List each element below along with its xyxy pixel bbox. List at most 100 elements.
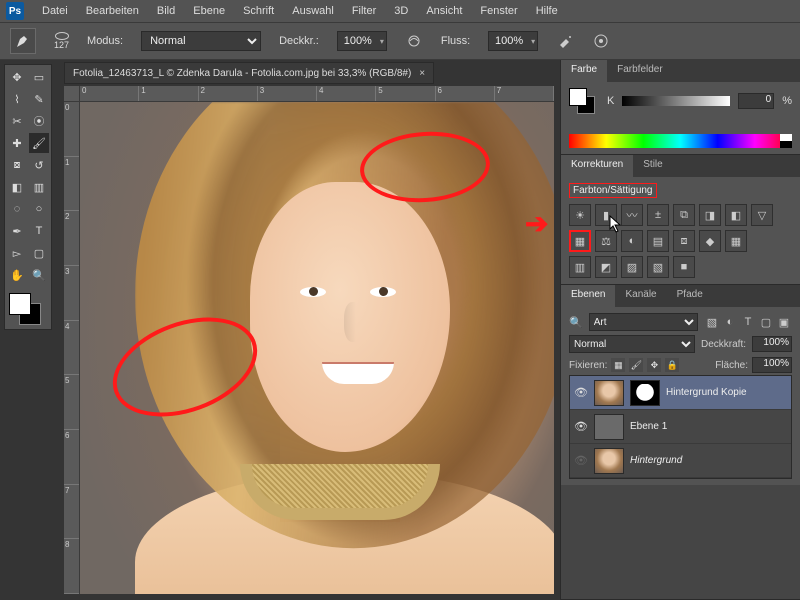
tab-kanaele[interactable]: Kanäle [615, 285, 666, 307]
menu-ebene[interactable]: Ebene [185, 2, 233, 20]
path-tool[interactable]: ▻ [7, 243, 27, 263]
blur-tool[interactable]: ◌ [7, 199, 27, 219]
layer-mask-thumb[interactable] [630, 380, 660, 406]
layer-name[interactable]: Ebene 1 [630, 421, 667, 432]
layer-thumb[interactable] [594, 448, 624, 474]
move-tool[interactable]: ✥ [7, 67, 27, 87]
eyedropper-tool[interactable]: ⦿ [29, 111, 49, 131]
menu-fenster[interactable]: Fenster [472, 2, 525, 20]
adj-channel-icon[interactable]: ⧈ [673, 230, 695, 252]
layer-row[interactable]: 👁 Hintergrund [570, 444, 791, 478]
lock-position-icon[interactable]: ✥ [647, 358, 661, 372]
layer-filter-select[interactable]: Art [589, 313, 698, 331]
stamp-tool[interactable]: ⧇ [7, 155, 27, 175]
heal-tool[interactable]: ✚ [7, 133, 27, 153]
tab-ebenen[interactable]: Ebenen [561, 285, 615, 307]
adj-gradient-icon[interactable]: ▦ [725, 230, 747, 252]
adj-bw-icon[interactable]: ◨ [699, 204, 721, 226]
adj-curves-icon[interactable]: 〰 [621, 204, 643, 226]
brush-preset-picker[interactable]: 127 [54, 32, 69, 50]
active-tool-icon[interactable] [10, 28, 36, 54]
adj-hue-sat-icon[interactable]: ▦ [569, 230, 591, 252]
k-value[interactable]: 0 [738, 93, 774, 109]
menu-bild[interactable]: Bild [149, 2, 183, 20]
foreground-color[interactable] [9, 293, 31, 315]
adj-levels-icon[interactable]: ▮ [595, 204, 617, 226]
layer-name[interactable]: Hintergrund Kopie [666, 387, 747, 398]
type-tool[interactable]: T [29, 221, 49, 241]
adj-exposure-icon[interactable]: ± [647, 204, 669, 226]
crop-tool[interactable]: ✂ [7, 111, 27, 131]
adj-posterize-icon[interactable]: ▥ [569, 256, 591, 278]
lock-pixels-icon[interactable]: ▦ [611, 358, 625, 372]
fill-value[interactable]: 100% [752, 357, 792, 373]
visibility-toggle-icon[interactable]: 👁 [574, 454, 588, 468]
adj-solid-icon[interactable]: ▧ [647, 256, 669, 278]
eraser-tool[interactable]: ◧ [7, 177, 27, 197]
adj-balance-icon[interactable]: ⚖ [595, 230, 617, 252]
document-tab[interactable]: Fotolia_12463713_L © Zdenka Darula - Fot… [64, 62, 434, 84]
search-icon[interactable]: 🔍 [569, 316, 583, 329]
menu-auswahl[interactable]: Auswahl [284, 2, 342, 20]
canvas[interactable]: 01234567 012345678 [64, 86, 554, 594]
filter-adjust-icon[interactable]: ◐ [722, 314, 738, 330]
menu-filter[interactable]: Filter [344, 2, 384, 20]
flow-field[interactable]: 100% [488, 31, 538, 51]
marquee-tool[interactable]: ▭ [29, 67, 49, 87]
tab-pfade[interactable]: Pfade [667, 285, 713, 307]
visibility-toggle-icon[interactable]: 👁 [574, 386, 588, 400]
lock-image-icon[interactable]: 🖌 [629, 358, 643, 372]
filter-pixel-icon[interactable]: ▧ [704, 314, 720, 330]
tab-stile[interactable]: Stile [633, 155, 672, 177]
color-swatch-mini[interactable] [569, 88, 599, 114]
adj-vibrance-icon[interactable]: ⧉ [673, 204, 695, 226]
pen-tool[interactable]: ✒ [7, 221, 27, 241]
adj-invert-icon[interactable]: ▽ [751, 204, 773, 226]
adj-brightness-icon[interactable]: ☀ [569, 204, 591, 226]
dodge-tool[interactable]: ○ [29, 199, 49, 219]
layer-blend-select[interactable]: Normal [569, 335, 695, 353]
menu-schrift[interactable]: Schrift [235, 2, 282, 20]
close-tab-icon[interactable]: × [419, 68, 425, 79]
layer-name[interactable]: Hintergrund [630, 455, 682, 466]
airbrush-icon[interactable] [556, 32, 574, 50]
adj-map-icon[interactable]: ▨ [621, 256, 643, 278]
menu-datei[interactable]: Datei [34, 2, 76, 20]
zoom-tool[interactable]: 🔍 [29, 265, 49, 285]
opacity-pressure-icon[interactable] [405, 32, 423, 50]
adj-photo-filter-icon[interactable]: ◐ [621, 230, 643, 252]
brush-tool[interactable]: 🖌 [29, 133, 49, 153]
quickselect-tool[interactable]: ✎ [29, 89, 49, 109]
filter-type-icon[interactable]: T [740, 314, 756, 330]
menu-bearbeiten[interactable]: Bearbeiten [78, 2, 147, 20]
color-swatches[interactable] [7, 291, 49, 327]
shape-tool[interactable]: ▢ [29, 243, 49, 263]
adj-pattern-icon[interactable]: ■ [673, 256, 695, 278]
layer-opacity-value[interactable]: 100% [752, 336, 792, 352]
menu-ansicht[interactable]: Ansicht [418, 2, 470, 20]
visibility-toggle-icon[interactable]: 👁 [574, 420, 588, 434]
opacity-field[interactable]: 100% [337, 31, 387, 51]
blend-mode-select[interactable]: Normal [141, 31, 261, 51]
layer-thumb[interactable] [594, 414, 624, 440]
tab-farbe[interactable]: Farbe [561, 60, 607, 82]
layer-row[interactable]: 👁 Hintergrund Kopie [570, 376, 791, 410]
adj-lookup-icon[interactable]: ▤ [647, 230, 669, 252]
menu-hilfe[interactable]: Hilfe [528, 2, 566, 20]
k-slider[interactable] [622, 96, 730, 106]
layer-row[interactable]: 👁 Ebene 1 [570, 410, 791, 444]
layer-thumb[interactable] [594, 380, 624, 406]
size-pressure-icon[interactable] [592, 32, 610, 50]
tab-farbfelder[interactable]: Farbfelder [607, 60, 673, 82]
adj-mixer-icon[interactable]: ◧ [725, 204, 747, 226]
gradient-tool[interactable]: ▥ [29, 177, 49, 197]
filter-shape-icon[interactable]: ▢ [758, 314, 774, 330]
lock-all-icon[interactable]: 🔒 [665, 358, 679, 372]
spectrum-bar[interactable] [569, 134, 792, 148]
tab-korrekturen[interactable]: Korrekturen [561, 155, 633, 177]
hand-tool[interactable]: ✋ [7, 265, 27, 285]
history-brush-tool[interactable]: ↺ [29, 155, 49, 175]
adj-threshold-icon[interactable]: ◩ [595, 256, 617, 278]
menu-3d[interactable]: 3D [386, 2, 416, 20]
adj-select-icon[interactable]: ◆ [699, 230, 721, 252]
